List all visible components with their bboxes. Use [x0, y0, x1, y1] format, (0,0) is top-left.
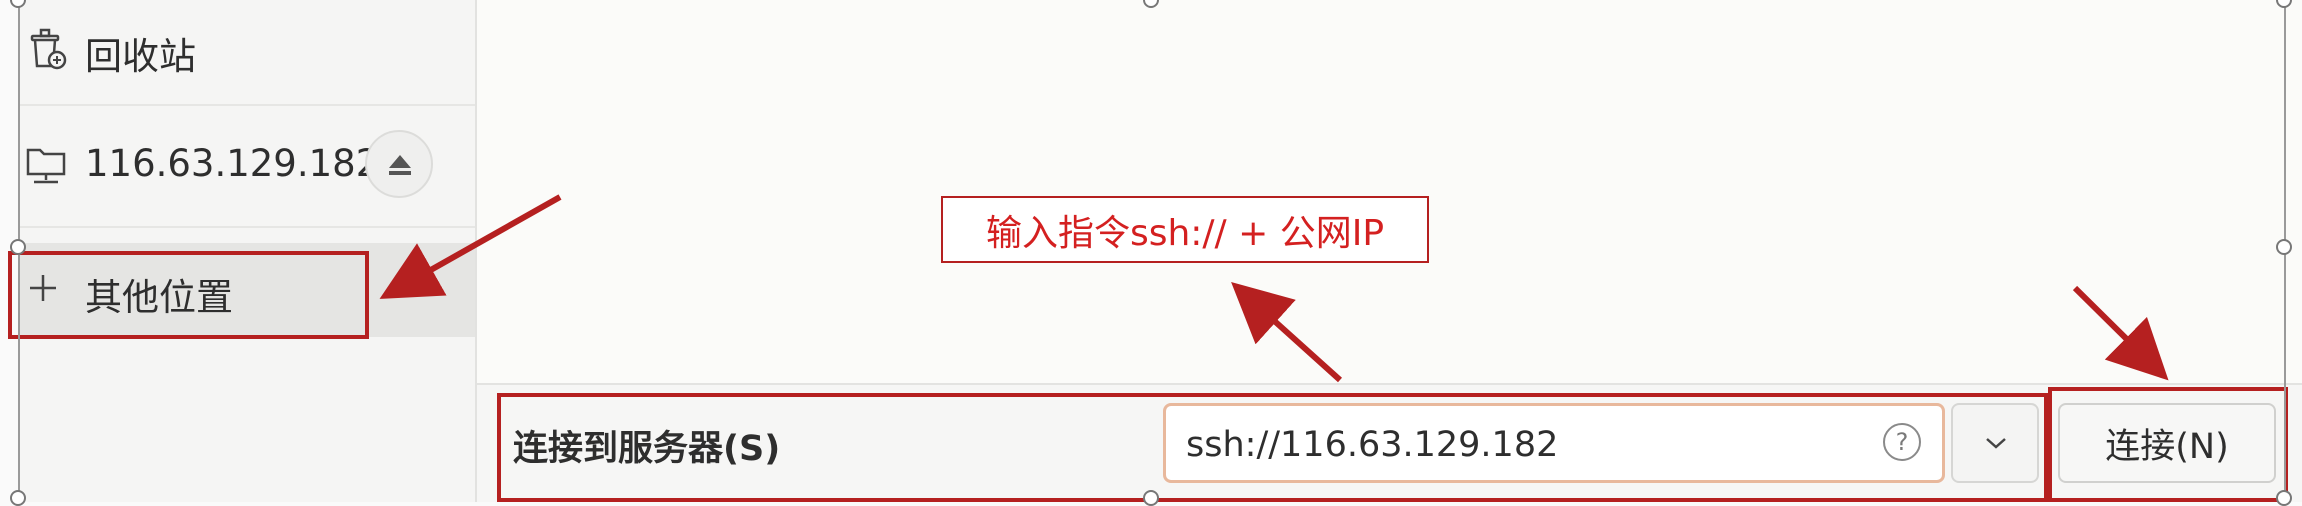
resize-handle[interactable] [10, 490, 26, 506]
arrow-to-callout [1231, 281, 1343, 383]
arrow-to-connect-button [2072, 285, 2169, 381]
resize-handle[interactable] [10, 239, 26, 255]
resize-handle[interactable] [2276, 239, 2292, 255]
resize-handle[interactable] [1143, 490, 1159, 506]
arrow-to-other-locations [379, 194, 562, 299]
annotation-arrows [379, 194, 2169, 383]
resize-handle[interactable] [2276, 490, 2292, 506]
